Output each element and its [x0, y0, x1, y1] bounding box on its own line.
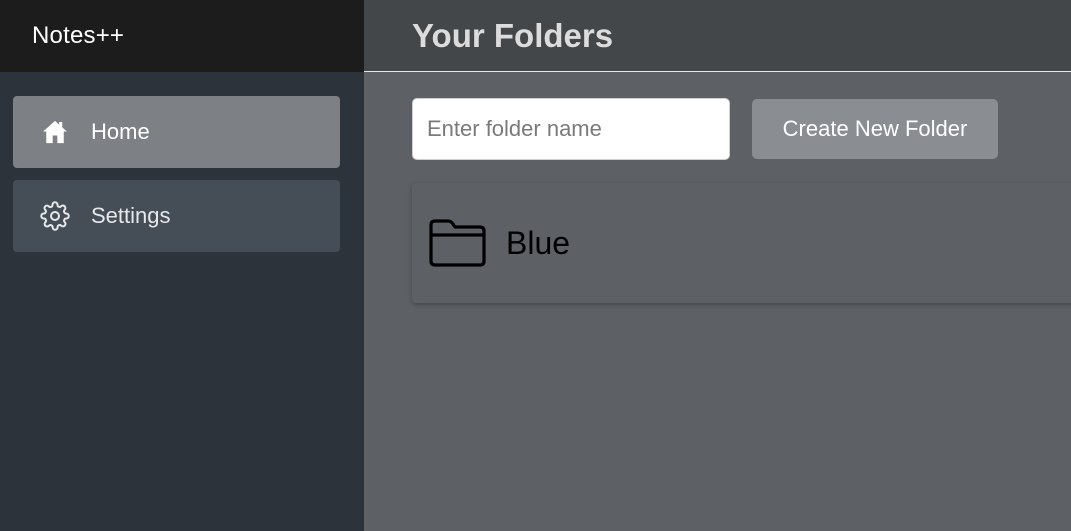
main-content: Your Folders Create New Folder Blue — [364, 0, 1071, 531]
folder-name: Blue — [506, 224, 571, 261]
sidebar: Notes++ Home Settings — [0, 0, 364, 531]
app-brand: Notes++ — [0, 0, 364, 72]
gear-icon — [39, 200, 71, 232]
home-icon — [39, 116, 71, 148]
folder-icon — [426, 217, 488, 269]
sidebar-item-label: Home — [91, 119, 150, 144]
sidebar-item-label: Settings — [91, 203, 171, 228]
sidebar-item-settings[interactable]: Settings — [13, 180, 340, 252]
page-title: Your Folders — [412, 16, 614, 54]
app-title: Notes++ — [32, 22, 125, 49]
create-folder-button[interactable]: Create New Folder — [752, 99, 998, 159]
sidebar-item-home[interactable]: Home — [13, 96, 340, 168]
folder-name-input[interactable] — [412, 98, 730, 160]
page-header: Your Folders — [364, 0, 1071, 72]
sidebar-nav: Home Settings — [0, 72, 364, 252]
folder-toolbar: Create New Folder — [412, 98, 998, 160]
folder-card-blue[interactable]: Blue — [412, 183, 1071, 303]
